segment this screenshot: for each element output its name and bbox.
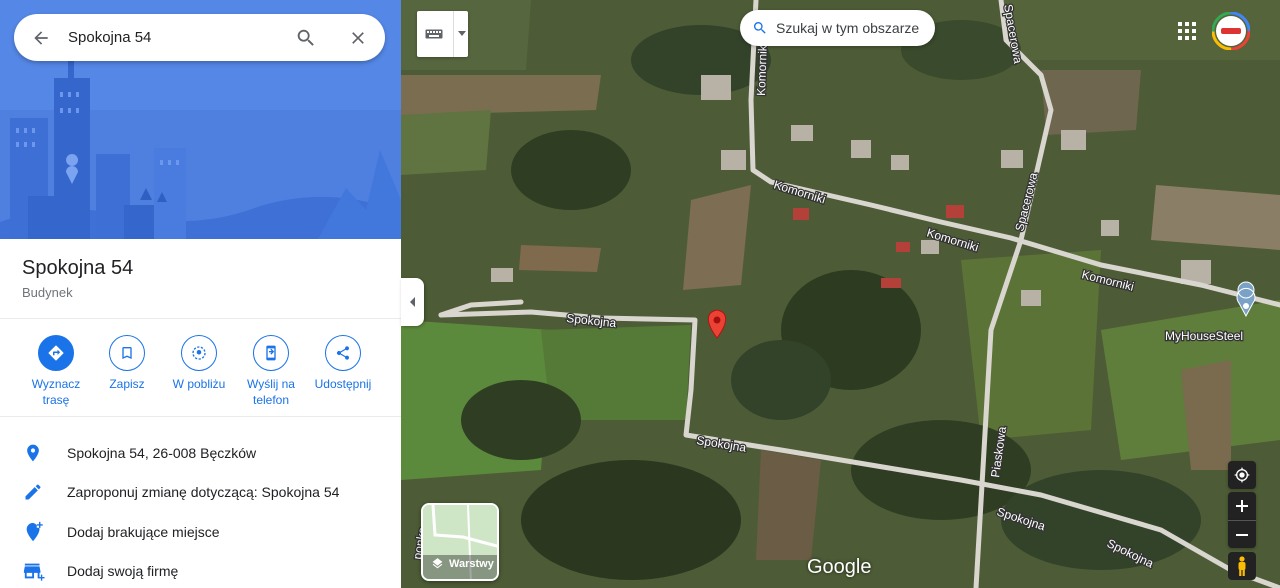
search-icon: [753, 22, 766, 34]
layers-icon: [431, 557, 444, 570]
add-place-icon: [0, 521, 68, 543]
directions-icon: [38, 335, 74, 371]
address-row[interactable]: Spokojna 54, 26-008 Bęczków: [0, 433, 401, 473]
search-this-area-button[interactable]: Szukaj w tym obszarze: [740, 10, 936, 46]
directions-label-1: Wyznacz: [31, 377, 81, 391]
apps-grid-icon[interactable]: [1174, 18, 1200, 44]
chevron-left-icon: [409, 297, 415, 307]
place-header: Spokojna 54 Budynek: [0, 239, 401, 319]
back-arrow-icon[interactable]: [14, 14, 68, 61]
add-business-text: Dodaj swoją firmę: [67, 563, 179, 579]
pencil-icon: [0, 482, 68, 502]
nearby-button[interactable]: W pobliżu: [163, 335, 235, 392]
place-type: Budynek: [22, 285, 73, 300]
my-location-button[interactable]: [1228, 461, 1256, 489]
add-missing-place-text: Dodaj brakujące miejsce: [67, 524, 220, 540]
close-icon[interactable]: [331, 14, 385, 61]
suggest-edit-row[interactable]: Zaproponuj zmianę dotyczącą: Spokojna 54: [0, 472, 401, 512]
my-location-icon: [1234, 467, 1250, 483]
minus-icon: [1236, 533, 1248, 536]
nearby-icon: [181, 335, 217, 371]
plus-icon: [1236, 500, 1248, 512]
poi-label[interactable]: MyHouseSteel: [1164, 328, 1245, 345]
pegman-icon: [1238, 556, 1246, 576]
input-tools-button[interactable]: [417, 11, 468, 57]
action-buttons: Wyznacz trasę Zapisz W pobliżu Wyślij na t…: [0, 319, 401, 417]
send-to-phone-label-1: Wyślij na: [247, 377, 295, 391]
share-icon: [325, 335, 361, 371]
directions-label-2: trasę: [42, 393, 70, 407]
address-text: Spokojna 54, 26-008 Bęczków: [67, 445, 257, 461]
account-avatar[interactable]: [1211, 11, 1251, 51]
share-button[interactable]: Udostępnij: [307, 335, 379, 392]
search-input[interactable]: Spokojna 54: [68, 29, 281, 46]
save-button[interactable]: Zapisz: [91, 335, 163, 392]
keyboard-icon: [425, 27, 443, 41]
search-icon[interactable]: [281, 14, 331, 61]
collapse-panel-button[interactable]: [401, 278, 424, 326]
street-label-komorniki-4: Komorniki: [754, 42, 770, 96]
send-to-phone-button[interactable]: Wyślij na telefon: [235, 335, 307, 408]
save-label: Zapisz: [109, 377, 145, 391]
directions-button[interactable]: Wyznacz trasę: [20, 335, 92, 408]
location-pin-icon: [0, 443, 68, 463]
send-to-phone-label-2: telefon: [252, 393, 290, 407]
satellite-map[interactable]: Spokojna Spokojna Spokojna Spokojna Komo…: [401, 0, 1280, 588]
layers-button[interactable]: Warstwy: [421, 503, 499, 581]
add-business-icon: [0, 560, 68, 582]
suggest-edit-text: Zaproponuj zmianę dotyczącą: Spokojna 54: [67, 484, 340, 500]
search-this-area-label: Szukaj w tym obszarze: [776, 20, 920, 36]
add-business-row[interactable]: Dodaj swoją firmę: [0, 551, 401, 588]
send-to-phone-icon: [253, 335, 289, 371]
search-box[interactable]: Spokojna 54: [14, 14, 385, 61]
zoom-out-button[interactable]: [1228, 520, 1256, 548]
google-logo: Google: [807, 556, 872, 578]
zoom-in-button[interactable]: [1228, 492, 1256, 520]
street-view-pegman[interactable]: [1228, 552, 1256, 580]
bookmark-icon: [109, 335, 145, 371]
dropdown-arrow-icon[interactable]: [453, 11, 466, 57]
share-label: Udostępnij: [314, 377, 372, 391]
place-title: Spokojna 54: [22, 257, 134, 279]
side-panel: Spokojna 54 Spokojna 54 Budynek Wyznacz t…: [0, 0, 401, 588]
add-missing-place-row[interactable]: Dodaj brakujące miejsce: [0, 512, 401, 552]
layers-label: Warstwy: [449, 558, 494, 570]
nearby-label: W pobliżu: [172, 377, 226, 391]
